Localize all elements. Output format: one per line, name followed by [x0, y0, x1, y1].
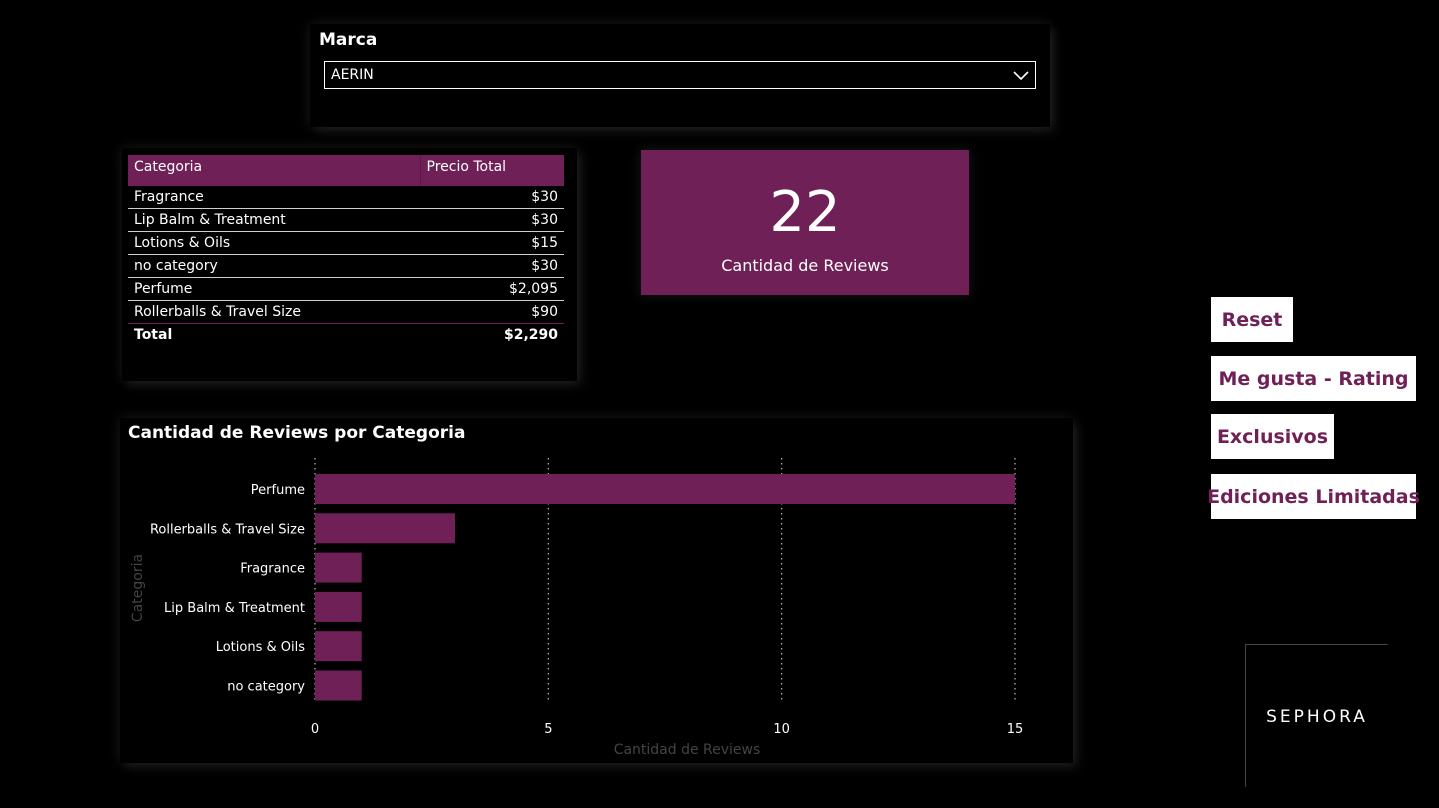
bar: [315, 631, 362, 662]
slicer-title: Marca: [319, 30, 378, 50]
table-row: Rollerballs & Travel Size $90: [128, 300, 564, 324]
category-label: Lotions & Oils: [216, 640, 306, 655]
x-tick-label: 10: [773, 722, 790, 737]
x-tick-label: 15: [1007, 722, 1024, 737]
bar: [315, 552, 362, 583]
table-header-row: Categoria Precio Total: [128, 155, 564, 186]
cell-category: Lip Balm & Treatment: [128, 208, 420, 232]
bar: [315, 474, 1015, 504]
table-row: Lotions & Oils $15: [128, 231, 564, 255]
category-label: Lip Balm & Treatment: [164, 601, 305, 616]
cell-price: $30: [420, 186, 564, 209]
kpi-value: 22: [769, 180, 841, 245]
bar: [315, 591, 362, 622]
cell-category: Fragrance: [128, 186, 420, 209]
category-label: Rollerballs & Travel Size: [150, 522, 305, 537]
chevron-down-icon: [1013, 71, 1029, 81]
cell-price: $90: [420, 300, 564, 324]
cell-category: Perfume: [128, 277, 420, 301]
bar-chart-svg: 0 5 10 15 Perfume Rollerballs & Travel Size Fr…: [130, 458, 1024, 758]
price-table-card: Categoria Precio Total Fragrance $30 Lip…: [122, 148, 577, 381]
bar: [315, 513, 455, 544]
total-label: Total: [134, 326, 173, 343]
marca-slicer: Marca AERIN: [310, 24, 1050, 127]
price-table: Categoria Precio Total Fragrance $30 Lip…: [128, 155, 564, 346]
cell-price: $30: [420, 254, 564, 278]
category-label: Fragrance: [240, 562, 305, 577]
category-label: Perfume: [251, 483, 305, 498]
sephora-logo: SEPHORA: [1245, 644, 1388, 787]
cell-category: Lotions & Oils: [128, 231, 420, 255]
reviews-kpi-card: 22 Cantidad de Reviews: [641, 150, 969, 295]
marca-dropdown[interactable]: AERIN: [324, 61, 1036, 89]
header-categoria[interactable]: Categoria: [128, 155, 420, 186]
cell-price: $15: [420, 231, 564, 255]
table-row: Perfume $2,095: [128, 277, 564, 301]
cell-category: no category: [128, 254, 420, 278]
x-axis-title: Cantidad de Reviews: [614, 742, 761, 758]
category-label: no category: [227, 680, 305, 695]
total-value: $2,290: [503, 326, 558, 343]
kpi-label: Cantidad de Reviews: [721, 256, 889, 275]
header-precio-total[interactable]: Precio Total: [419, 155, 564, 186]
x-tick-label: 5: [544, 722, 552, 737]
x-tick-label: 0: [311, 722, 319, 737]
cell-price: $30: [420, 208, 564, 232]
reset-button[interactable]: Reset: [1211, 297, 1293, 342]
cell-price: $2,095: [420, 277, 564, 301]
cell-category: Rollerballs & Travel Size: [128, 300, 420, 324]
table-total-row: Total $2,290: [128, 324, 564, 347]
rating-button[interactable]: Me gusta - Rating: [1211, 356, 1416, 401]
ediciones-limitadas-button[interactable]: Ediciones Limitadas: [1207, 474, 1420, 519]
dropdown-selected-value: AERIN: [331, 67, 374, 83]
table-row: Fragrance $30: [128, 186, 564, 209]
table-row: no category $30: [128, 254, 564, 278]
bar: [315, 670, 362, 701]
logo-text: SEPHORA: [1266, 707, 1368, 727]
table-row: Lip Balm & Treatment $30: [128, 208, 564, 232]
exclusivos-button[interactable]: Exclusivos: [1211, 414, 1334, 459]
reviews-by-category-chart: Cantidad de Reviews por Categoria 0 5 10 15…: [120, 418, 1073, 763]
y-axis-title: Categoria: [130, 554, 146, 622]
